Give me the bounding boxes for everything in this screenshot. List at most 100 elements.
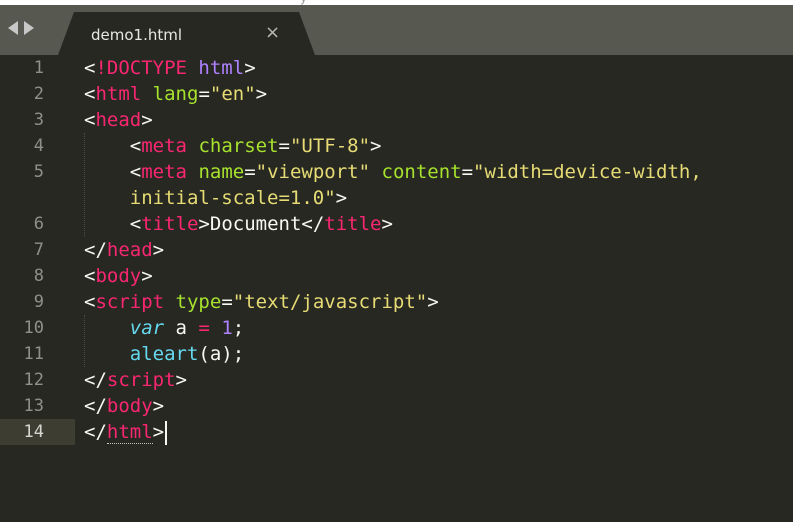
plain-text xyxy=(84,213,130,235)
punctuation: </ xyxy=(84,369,107,391)
punctuation: > xyxy=(370,135,382,157)
tag-name: meta xyxy=(141,135,187,157)
attribute-name: content xyxy=(381,161,462,183)
code-line[interactable]: </script> xyxy=(84,367,187,393)
tab-navigation xyxy=(8,21,34,35)
tag-name: head xyxy=(95,109,142,131)
punctuation: = xyxy=(198,83,210,105)
tag-name: body xyxy=(106,395,153,417)
punctuation: < xyxy=(129,213,142,235)
punctuation: = xyxy=(244,161,256,183)
indent-guide xyxy=(84,315,85,367)
code-line[interactable]: </html> xyxy=(84,419,168,445)
punctuation: > xyxy=(175,369,187,391)
plain-text xyxy=(370,161,381,183)
code-line[interactable]: <html lang="en"> xyxy=(84,81,267,107)
attribute-name: type xyxy=(175,291,222,313)
attribute-name: charset xyxy=(198,135,279,157)
string-literal: "text/javascript" xyxy=(232,291,428,313)
punctuation: = xyxy=(278,135,290,157)
punctuation: > xyxy=(141,109,153,131)
close-tab-icon[interactable]: × xyxy=(265,22,280,43)
tab-demo1-html[interactable]: demo1.html × xyxy=(58,12,315,55)
punctuation: < xyxy=(129,135,142,157)
code-line[interactable]: </head> xyxy=(84,237,164,263)
plain-text: a xyxy=(164,317,199,339)
punctuation: </ xyxy=(301,213,325,235)
punctuation: < xyxy=(84,83,96,105)
punctuation: > xyxy=(152,239,165,261)
punctuation: > xyxy=(244,57,256,79)
line-number: 10 xyxy=(23,318,44,338)
plain-text xyxy=(187,161,198,183)
string-literal: "UTF-8" xyxy=(289,135,371,157)
punctuation: > xyxy=(381,213,393,235)
line-number: 6 xyxy=(33,214,44,234)
number-literal: 1 xyxy=(221,317,233,339)
tag-name: head xyxy=(106,239,153,261)
punctuation: (a); xyxy=(198,343,245,365)
line-number: 1 xyxy=(33,58,44,78)
punctuation: > xyxy=(335,187,348,209)
tag-name: title xyxy=(324,213,382,235)
punctuation: < xyxy=(84,109,96,131)
code-line[interactable]: aleart(a); xyxy=(84,341,244,367)
punctuation: > xyxy=(141,265,153,287)
indent-guide xyxy=(84,133,85,237)
tab-bar: demo1.html × xyxy=(0,5,793,55)
attribute-name: name xyxy=(198,161,245,183)
code-line[interactable]: <!DOCTYPE html> xyxy=(84,55,256,81)
attribute-name: lang xyxy=(152,83,199,105)
line-number: 4 xyxy=(33,136,44,156)
code-line[interactable]: </body> xyxy=(84,393,164,419)
plain-text xyxy=(84,161,130,183)
punctuation: </ xyxy=(84,395,107,417)
punctuation: < xyxy=(129,161,142,183)
code-line[interactable]: <meta name="viewport" content="width=dev… xyxy=(84,159,702,185)
plain-text xyxy=(210,317,221,339)
line-number: 8 xyxy=(33,266,44,286)
punctuation: < xyxy=(84,291,96,313)
tab-label: demo1.html xyxy=(91,26,183,44)
code-line[interactable]: <meta charset="UTF-8"> xyxy=(84,133,382,159)
line-number: 5 xyxy=(33,162,44,182)
tag-name: html xyxy=(106,421,153,444)
code-line[interactable]: <script type="text/javascript"> xyxy=(84,289,439,315)
code-editor[interactable]: 1 2 3 4 5 6 7 8 9 10 11 12 13 14 <!DOCTYPE html> <html… xyxy=(0,55,793,522)
code-line[interactable]: var a = 1; xyxy=(84,315,244,341)
plain-text xyxy=(141,83,152,105)
line-number: 2 xyxy=(33,84,44,104)
line-number: 9 xyxy=(33,292,44,312)
text-cursor xyxy=(165,420,168,445)
line-number: 12 xyxy=(23,370,44,390)
code-line[interactable]: <title>Document</title> xyxy=(84,211,393,237)
tag-name: html xyxy=(95,83,142,105)
plain-text xyxy=(187,57,198,79)
line-number: 3 xyxy=(33,110,44,130)
line-number: 11 xyxy=(23,344,44,364)
function-name: aleart xyxy=(129,343,199,365)
string-literal: "viewport" xyxy=(255,161,371,183)
punctuation: > xyxy=(152,395,165,417)
tag-name: !DOCTYPE xyxy=(95,57,187,79)
code-line[interactable]: <body> xyxy=(84,263,153,289)
line-number: 14 xyxy=(23,422,44,442)
tag-name: meta xyxy=(141,161,187,183)
tab-scroll-left-icon[interactable] xyxy=(8,21,18,35)
keyword: var xyxy=(129,317,165,339)
punctuation: > xyxy=(152,421,165,443)
tab-scroll-right-icon[interactable] xyxy=(24,21,34,35)
punctuation: < xyxy=(84,57,96,79)
plain-text xyxy=(164,291,175,313)
operator: = xyxy=(198,317,210,339)
code-line[interactable]: <head> xyxy=(84,107,153,133)
tag-name: script xyxy=(95,291,165,313)
plain-text xyxy=(187,135,198,157)
string-literal: "width=device-width, xyxy=(473,161,702,183)
line-number: 13 xyxy=(23,396,44,416)
plain-text xyxy=(84,187,130,209)
punctuation: = xyxy=(461,161,474,183)
code-line[interactable]: initial-scale=1.0"> xyxy=(84,185,347,211)
plain-text xyxy=(84,135,130,157)
string-literal: initial-scale=1.0" xyxy=(129,187,336,209)
